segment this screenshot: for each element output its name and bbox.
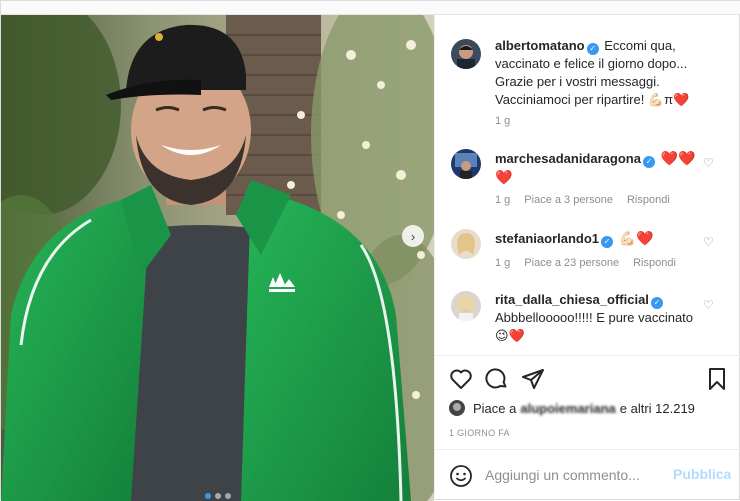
commenter-avatar[interactable]	[451, 229, 481, 259]
likes-hidden-user[interactable]: alupoiemariana	[520, 401, 615, 416]
comment-like-heart-icon[interactable]: ♡	[703, 298, 714, 312]
carousel-dot-2	[215, 493, 221, 499]
carousel-dot-3	[225, 493, 231, 499]
caption: albertomatano ✓ Eccomi qua, vaccinato e f…	[495, 37, 701, 109]
verified-badge-icon: ✓	[601, 236, 614, 248]
comment-meta: 1 g Piace a 3 persone Rispondi	[495, 194, 670, 206]
comment-username[interactable]: rita_dalla_chiesa_official	[495, 292, 649, 307]
likes-summary[interactable]: Piace a alupoiemariana e altri 12.219	[449, 400, 695, 416]
instagram-post-window: › albertomatano ✓ Eccomi qua, vaccinato e…	[0, 0, 740, 501]
comment-age: 1 g	[495, 257, 511, 269]
comment-input[interactable]	[485, 464, 665, 486]
author-avatar[interactable]	[451, 39, 481, 69]
speech-bubble-icon[interactable]	[485, 367, 511, 393]
verified-badge-icon: ✓	[586, 43, 599, 55]
likes-prefix: Piace a	[473, 400, 517, 416]
comment-username[interactable]: stefaniaorlando1	[495, 231, 599, 246]
comments-panel: albertomatano ✓ Eccomi qua, vaccinato e f…	[434, 15, 740, 500]
comment-meta: 1 g Piace a 23 persone Rispondi	[495, 257, 676, 269]
comment-reply-link[interactable]: Rispondi	[627, 194, 670, 206]
commenter-avatar[interactable]	[451, 291, 481, 321]
verified-badge-icon: ✓	[650, 297, 663, 309]
post-actions	[449, 367, 735, 393]
comment-reply-link[interactable]: Rispondi	[633, 257, 676, 269]
carousel-dot-1	[205, 493, 211, 499]
post-photo[interactable]: ›	[1, 15, 434, 501]
comment-text: Abbbellooooo!!!!! E pure vaccinato😉❤️	[495, 310, 694, 343]
comment-age: 1 g	[495, 194, 511, 206]
caption-meta: 1 g	[495, 115, 510, 127]
caption-age: 1 g	[495, 115, 511, 127]
comment-text: 💪🏻❤️	[618, 230, 654, 246]
publish-button[interactable]: Pubblica	[673, 466, 731, 482]
comment-item: stefaniaorlando1 ✓ 💪🏻❤️	[495, 229, 701, 248]
comment-item: rita_dalla_chiesa_official ✓ Abbbellooooo…	[495, 291, 701, 345]
actions-divider	[435, 355, 740, 356]
chevron-right-icon: ›	[410, 228, 416, 244]
comment-likes-count[interactable]: Piace a 23 persone	[524, 257, 619, 269]
carousel-dots	[205, 493, 231, 499]
liker-avatar	[449, 400, 465, 416]
author-username[interactable]: albertomatano	[495, 38, 585, 53]
commenter-avatar[interactable]	[451, 149, 481, 179]
comment-username[interactable]: marchesadanidaragona	[495, 151, 641, 166]
heart-icon[interactable]	[449, 367, 475, 393]
comment-likes-count[interactable]: Piace a 3 persone	[524, 194, 613, 206]
comment-item: marchesadanidaragona ✓ ❤️❤️❤️	[495, 149, 701, 187]
post-date: 1 GIORNO FA	[449, 428, 510, 438]
paper-plane-icon[interactable]	[521, 367, 547, 393]
comment-like-heart-icon[interactable]: ♡	[703, 235, 714, 249]
post-photo-illustration	[1, 15, 434, 501]
comment-like-heart-icon[interactable]: ♡	[703, 156, 714, 170]
smiley-icon[interactable]	[449, 464, 473, 488]
likes-suffix[interactable]: e altri 12.219	[620, 401, 695, 416]
bookmark-icon[interactable]	[705, 367, 731, 393]
comment-bar: Pubblica	[435, 449, 740, 500]
verified-badge-icon: ✓	[642, 156, 655, 168]
top-strip	[1, 1, 740, 15]
carousel-next-button[interactable]: ›	[402, 225, 424, 247]
